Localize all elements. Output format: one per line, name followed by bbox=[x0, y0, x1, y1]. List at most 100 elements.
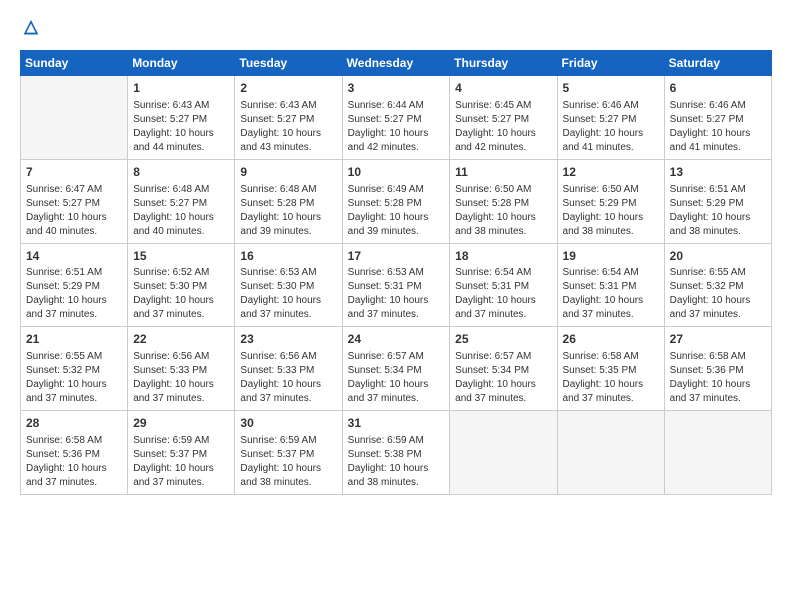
week-row-5: 28 Sunrise: 6:58 AMSunset: 5:36 PMDayligh… bbox=[21, 411, 772, 495]
day-info: Sunrise: 6:58 AMSunset: 5:36 PMDaylight:… bbox=[26, 434, 122, 490]
weekday-header-thursday: Thursday bbox=[450, 51, 557, 76]
day-info: Sunrise: 6:48 AMSunset: 5:27 PMDaylight:… bbox=[133, 183, 229, 239]
day-cell: 21 Sunrise: 6:55 AMSunset: 5:32 PMDayligh… bbox=[21, 327, 128, 411]
day-number: 15 bbox=[133, 248, 229, 265]
day-number: 20 bbox=[670, 248, 766, 265]
day-info: Sunrise: 6:55 AMSunset: 5:32 PMDaylight:… bbox=[670, 266, 766, 322]
weekday-header-wednesday: Wednesday bbox=[342, 51, 450, 76]
day-number: 19 bbox=[563, 248, 659, 265]
day-cell bbox=[557, 411, 664, 495]
day-cell: 4 Sunrise: 6:45 AMSunset: 5:27 PMDaylight… bbox=[450, 76, 557, 160]
calendar: SundayMondayTuesdayWednesdayThursdayFrid… bbox=[20, 50, 772, 495]
day-cell: 6Sunrise: 6:46 AMSunset: 5:27 PMDaylight… bbox=[664, 76, 771, 160]
week-row-4: 21 Sunrise: 6:55 AMSunset: 5:32 PMDayligh… bbox=[21, 327, 772, 411]
weekday-header-monday: Monday bbox=[128, 51, 235, 76]
day-cell: 29 Sunrise: 6:59 AMSunset: 5:37 PMDayligh… bbox=[128, 411, 235, 495]
day-number: 12 bbox=[563, 164, 659, 181]
day-number: 5 bbox=[563, 80, 659, 97]
day-cell: 31Sunrise: 6:59 AMSunset: 5:38 PMDayligh… bbox=[342, 411, 450, 495]
day-info: Sunrise: 6:56 AMSunset: 5:33 PMDaylight:… bbox=[133, 350, 229, 406]
day-cell: 2 Sunrise: 6:43 AMSunset: 5:27 PMDaylight… bbox=[235, 76, 342, 160]
day-info: Sunrise: 6:54 AMSunset: 5:31 PMDaylight:… bbox=[455, 266, 551, 322]
day-number: 2 bbox=[240, 80, 336, 97]
weekday-header-friday: Friday bbox=[557, 51, 664, 76]
weekday-header-row: SundayMondayTuesdayWednesdayThursdayFrid… bbox=[21, 51, 772, 76]
day-cell bbox=[664, 411, 771, 495]
day-info: Sunrise: 6:51 AMSunset: 5:29 PMDaylight:… bbox=[670, 183, 766, 239]
day-number: 11 bbox=[455, 164, 551, 181]
day-info: Sunrise: 6:58 AMSunset: 5:35 PMDaylight:… bbox=[563, 350, 659, 406]
week-row-3: 14Sunrise: 6:51 AMSunset: 5:29 PMDayligh… bbox=[21, 243, 772, 327]
day-cell: 12Sunrise: 6:50 AMSunset: 5:29 PMDayligh… bbox=[557, 159, 664, 243]
day-number: 25 bbox=[455, 331, 551, 348]
day-cell: 22 Sunrise: 6:56 AMSunset: 5:33 PMDayligh… bbox=[128, 327, 235, 411]
day-number: 10 bbox=[348, 164, 445, 181]
day-info: Sunrise: 6:44 AMSunset: 5:27 PMDaylight:… bbox=[348, 99, 445, 155]
day-cell: 15Sunrise: 6:52 AMSunset: 5:30 PMDayligh… bbox=[128, 243, 235, 327]
logo bbox=[20, 18, 46, 40]
day-cell: 13Sunrise: 6:51 AMSunset: 5:29 PMDayligh… bbox=[664, 159, 771, 243]
day-number: 27 bbox=[670, 331, 766, 348]
day-number: 14 bbox=[26, 248, 122, 265]
day-cell: 24 Sunrise: 6:57 AMSunset: 5:34 PMDayligh… bbox=[342, 327, 450, 411]
day-info: Sunrise: 6:56 AMSunset: 5:33 PMDaylight:… bbox=[240, 350, 336, 406]
day-info: Sunrise: 6:43 AMSunset: 5:27 PMDaylight:… bbox=[240, 99, 336, 155]
day-info: Sunrise: 6:53 AMSunset: 5:30 PMDaylight:… bbox=[240, 266, 336, 322]
day-cell bbox=[21, 76, 128, 160]
day-cell: 10Sunrise: 6:49 AMSunset: 5:28 PMDayligh… bbox=[342, 159, 450, 243]
day-info: Sunrise: 6:43 AMSunset: 5:27 PMDaylight:… bbox=[133, 99, 229, 155]
day-number: 24 bbox=[348, 331, 445, 348]
day-number: 26 bbox=[563, 331, 659, 348]
day-info: Sunrise: 6:50 AMSunset: 5:28 PMDaylight:… bbox=[455, 183, 551, 239]
day-cell: 3 Sunrise: 6:44 AMSunset: 5:27 PMDaylight… bbox=[342, 76, 450, 160]
day-info: Sunrise: 6:51 AMSunset: 5:29 PMDaylight:… bbox=[26, 266, 122, 322]
day-cell: 23 Sunrise: 6:56 AMSunset: 5:33 PMDayligh… bbox=[235, 327, 342, 411]
week-row-2: 7 Sunrise: 6:47 AMSunset: 5:27 PMDaylight… bbox=[21, 159, 772, 243]
day-number: 1 bbox=[133, 80, 229, 97]
day-info: Sunrise: 6:59 AMSunset: 5:37 PMDaylight:… bbox=[133, 434, 229, 490]
weekday-header-saturday: Saturday bbox=[664, 51, 771, 76]
day-number: 7 bbox=[26, 164, 122, 181]
day-cell: 26 Sunrise: 6:58 AMSunset: 5:35 PMDayligh… bbox=[557, 327, 664, 411]
day-cell: 20Sunrise: 6:55 AMSunset: 5:32 PMDayligh… bbox=[664, 243, 771, 327]
day-cell: 30Sunrise: 6:59 AMSunset: 5:37 PMDayligh… bbox=[235, 411, 342, 495]
day-info: Sunrise: 6:53 AMSunset: 5:31 PMDaylight:… bbox=[348, 266, 445, 322]
day-cell: 16Sunrise: 6:53 AMSunset: 5:30 PMDayligh… bbox=[235, 243, 342, 327]
day-cell bbox=[450, 411, 557, 495]
day-cell: 1 Sunrise: 6:43 AMSunset: 5:27 PMDaylight… bbox=[128, 76, 235, 160]
day-cell: 17Sunrise: 6:53 AMSunset: 5:31 PMDayligh… bbox=[342, 243, 450, 327]
day-info: Sunrise: 6:47 AMSunset: 5:27 PMDaylight:… bbox=[26, 183, 122, 239]
day-number: 3 bbox=[348, 80, 445, 97]
day-cell: 28 Sunrise: 6:58 AMSunset: 5:36 PMDayligh… bbox=[21, 411, 128, 495]
day-number: 29 bbox=[133, 415, 229, 432]
weekday-header-sunday: Sunday bbox=[21, 51, 128, 76]
day-info: Sunrise: 6:46 AMSunset: 5:27 PMDaylight:… bbox=[670, 99, 766, 155]
day-info: Sunrise: 6:57 AMSunset: 5:34 PMDaylight:… bbox=[455, 350, 551, 406]
day-info: Sunrise: 6:57 AMSunset: 5:34 PMDaylight:… bbox=[348, 350, 445, 406]
day-number: 18 bbox=[455, 248, 551, 265]
page: SundayMondayTuesdayWednesdayThursdayFrid… bbox=[0, 0, 792, 612]
day-cell: 11 Sunrise: 6:50 AMSunset: 5:28 PMDayligh… bbox=[450, 159, 557, 243]
day-number: 30 bbox=[240, 415, 336, 432]
day-number: 23 bbox=[240, 331, 336, 348]
day-info: Sunrise: 6:54 AMSunset: 5:31 PMDaylight:… bbox=[563, 266, 659, 322]
day-number: 28 bbox=[26, 415, 122, 432]
day-info: Sunrise: 6:55 AMSunset: 5:32 PMDaylight:… bbox=[26, 350, 122, 406]
day-number: 4 bbox=[455, 80, 551, 97]
day-cell: 5 Sunrise: 6:46 AMSunset: 5:27 PMDaylight… bbox=[557, 76, 664, 160]
day-cell: 7 Sunrise: 6:47 AMSunset: 5:27 PMDaylight… bbox=[21, 159, 128, 243]
day-info: Sunrise: 6:58 AMSunset: 5:36 PMDaylight:… bbox=[670, 350, 766, 406]
day-info: Sunrise: 6:45 AMSunset: 5:27 PMDaylight:… bbox=[455, 99, 551, 155]
day-number: 31 bbox=[348, 415, 445, 432]
day-info: Sunrise: 6:48 AMSunset: 5:28 PMDaylight:… bbox=[240, 183, 336, 239]
day-info: Sunrise: 6:52 AMSunset: 5:30 PMDaylight:… bbox=[133, 266, 229, 322]
day-number: 8 bbox=[133, 164, 229, 181]
day-number: 9 bbox=[240, 164, 336, 181]
logo-icon bbox=[20, 18, 42, 40]
day-number: 21 bbox=[26, 331, 122, 348]
day-number: 22 bbox=[133, 331, 229, 348]
day-cell: 25 Sunrise: 6:57 AMSunset: 5:34 PMDayligh… bbox=[450, 327, 557, 411]
day-cell: 18Sunrise: 6:54 AMSunset: 5:31 PMDayligh… bbox=[450, 243, 557, 327]
day-cell: 27 Sunrise: 6:58 AMSunset: 5:36 PMDayligh… bbox=[664, 327, 771, 411]
day-info: Sunrise: 6:46 AMSunset: 5:27 PMDaylight:… bbox=[563, 99, 659, 155]
